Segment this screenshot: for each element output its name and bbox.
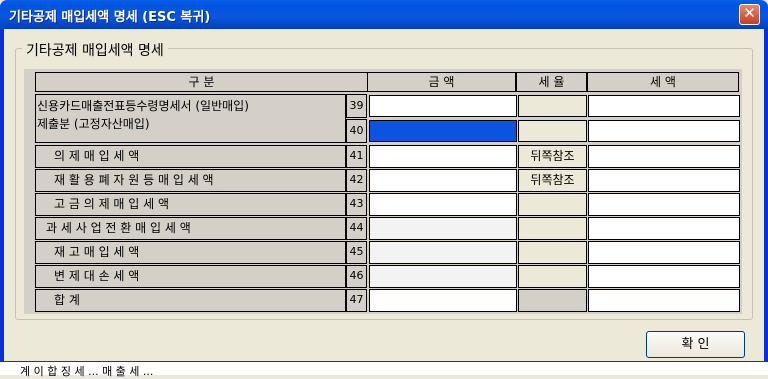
row-number-42: 42 [346,169,367,192]
row-number-46: 46 [346,265,367,288]
amount-input-42[interactable] [369,169,517,192]
header-amount: 금 액 [367,72,516,92]
row-number-40: 40 [346,119,367,143]
window-frame-right [764,29,768,374]
tax-input-46[interactable] [588,265,740,288]
row-number-39: 39 [346,94,367,118]
amount-input-41[interactable] [369,145,517,168]
background-text: 계 이 합 징 세 ... 매 출 세 ... [20,365,154,378]
tax-input-45[interactable] [588,241,740,264]
tax-input-40[interactable] [588,120,740,142]
header-tax: 세 액 [587,72,739,92]
amount-input-46[interactable] [369,265,517,288]
rate-cell-46 [518,265,587,288]
label-credit-card-line1: 신용카드매출전표등수령명세서 (일반매입) [37,99,249,113]
amount-total[interactable] [369,289,517,312]
deduction-table: 구 분 금 액 세 율 세 액 신용카드매출전표등수령명세서 (일반매입) 제출… [24,69,742,314]
row-number-47: 47 [346,289,367,312]
label-credit-card: 신용카드매출전표등수령명세서 (일반매입) 제출분 (고정자산매입) [35,94,346,143]
label-taxable-conversion: 과 세 사 업 전 환 매 입 세 액 [35,217,346,240]
dialog-body: 기타공제 매입세액 명세 구 분 금 액 세 율 세 액 신용카드매출전표등수령… [4,29,764,361]
amount-input-39[interactable] [369,95,517,117]
label-bad-debt: 변 제 대 손 세 액 [35,265,346,288]
amount-input-45[interactable] [369,241,517,264]
header-category: 구 분 [35,72,368,92]
tax-input-39[interactable] [588,95,740,117]
rate-cell-45 [518,241,587,264]
rate-cell-43 [518,193,587,216]
window-title: 기타공제 매입세액 명세 (ESC 복귀) [9,10,211,25]
tax-input-44[interactable] [588,217,740,240]
row-number-43: 43 [346,193,367,216]
rate-cell-39 [518,95,587,117]
row-number-41: 41 [346,145,367,168]
tax-total[interactable] [588,289,740,312]
amount-input-40[interactable] [369,120,517,142]
tax-input-41[interactable] [588,145,740,168]
amount-input-43[interactable] [369,193,517,216]
rate-cell-40 [518,120,587,142]
tax-input-43[interactable] [588,193,740,216]
rate-cell-41: 뒤쪽참조 [518,145,587,168]
label-recycled: 재 활 용 폐 자 원 등 매 입 세 액 [35,169,346,192]
label-deemed-input: 의 제 매 입 세 액 [35,145,346,168]
row-number-44: 44 [346,217,367,240]
rate-cell-42: 뒤쪽참조 [518,169,587,192]
amount-input-44[interactable] [369,217,517,240]
rate-cell-47 [518,289,587,312]
label-credit-card-line2: 제출분 (고정자산매입) [37,117,150,131]
group-label: 기타공제 매입세액 명세 [22,40,168,60]
rate-cell-44 [518,217,587,240]
label-inventory: 재 고 매 입 세 액 [35,241,346,264]
header-rate: 세 율 [516,72,587,92]
label-total: 합 계 [35,289,346,312]
row-number-45: 45 [346,241,367,264]
tax-input-42[interactable] [588,169,740,192]
label-gold: 고 금 의 제 매 입 세 액 [35,193,346,216]
close-button[interactable]: ✕ [739,4,760,25]
ok-button[interactable]: 확 인 [646,331,745,358]
title-bar: 기타공제 매입세액 명세 (ESC 복귀) ✕ [0,0,768,29]
close-icon: ✕ [743,4,756,22]
background-window-strip: 계 이 합 징 세 ... 매 출 세 ... [0,361,768,378]
